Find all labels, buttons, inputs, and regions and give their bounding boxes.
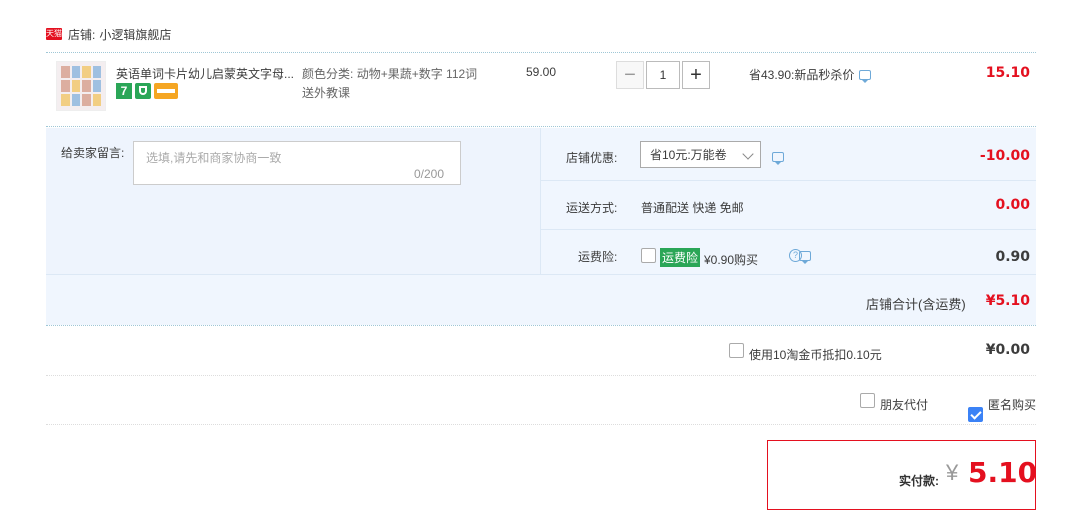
divider [46,325,1036,326]
divider [46,375,1036,376]
product-thumbnail[interactable] [56,61,106,111]
shop-total-label: 店铺合计(含运费) [866,297,966,312]
guarantee-shield-icon [135,83,151,99]
product-sku: 颜色分类: 动物+果蔬+数字 112词 送外教课 [302,65,492,103]
discount-select[interactable]: 省10元:万能卷 [640,141,761,168]
discount-value: -10.00 [979,148,1030,164]
currency-symbol: ¥ [946,460,959,485]
insurance-label: 运费险: [578,250,618,264]
shipping-value: 0.00 [995,197,1030,213]
final-amount: 5.10 [968,456,1038,489]
divider [46,52,1036,53]
product-title-link[interactable]: 英语单词卡片幼儿启蒙英文字母... [116,65,298,82]
promo-text: 省43.90:新品秒杀价 [749,68,855,82]
chevron-down-icon [742,148,754,160]
sku-label: 颜色分类: [302,67,354,81]
item-subtotal: 15.10 [985,65,1030,81]
note-placeholder: 选填,请先和商家协商一致 [146,151,282,165]
discount-selected: 省10元:万能卷 [650,148,727,162]
qty-increase-button[interactable]: + [682,61,710,89]
coins-checkbox[interactable] [729,343,744,358]
friend-pay-checkbox[interactable] [860,393,875,408]
divider [540,229,1036,230]
anonymous-checkbox[interactable] [968,407,983,422]
insurance-tag: 运费险 [660,248,701,267]
final-label: 实付款: [899,474,939,488]
note-char-count: 0/200 [414,167,445,181]
insurance-checkbox[interactable] [641,248,656,263]
unit-price: 59.00 [526,65,557,79]
shop-total-value: ¥5.10 [985,293,1030,309]
note-label: 给卖家留言: [61,146,125,160]
shipping-method: 普通配送 快递 免邮 [641,201,744,215]
insurance-value: 0.90 [995,249,1030,265]
coins-value: ¥0.00 [985,342,1030,358]
seven-day-return-icon: 7 [116,83,132,99]
discount-label: 店铺优惠: [566,151,618,165]
qty-decrease-button[interactable]: − [616,61,644,89]
shop-prefix: 店铺: [68,27,96,42]
divider [46,126,1036,127]
promo-info: 省43.90:新品秒杀价 [749,66,872,83]
divider [46,274,1036,275]
comment-icon[interactable] [772,152,784,165]
shop-header: 天猫 店铺: 小逻辑旗舰店 [46,26,171,42]
shop-name-link[interactable]: 小逻辑旗舰店 [99,26,171,43]
divider [540,128,541,274]
credit-card-icon [154,83,178,99]
coins-text: 使用10淘金币抵扣0.10元 [749,348,882,362]
divider [46,424,1036,425]
shipping-label: 运送方式: [566,201,618,215]
product-badges: 7 [116,83,178,99]
qty-input[interactable]: 1 [646,61,680,89]
friend-pay-label: 朋友代付 [880,398,929,412]
divider [540,180,1036,181]
tmall-logo-icon: 天猫 [46,28,62,40]
insurance-price: ¥0.90购买 [704,253,759,267]
quantity-stepper: − 1 + [616,61,710,89]
comment-icon[interactable] [859,69,872,83]
help-icon[interactable]: ? [789,249,802,262]
anonymous-label: 匿名购买 [988,398,1037,412]
